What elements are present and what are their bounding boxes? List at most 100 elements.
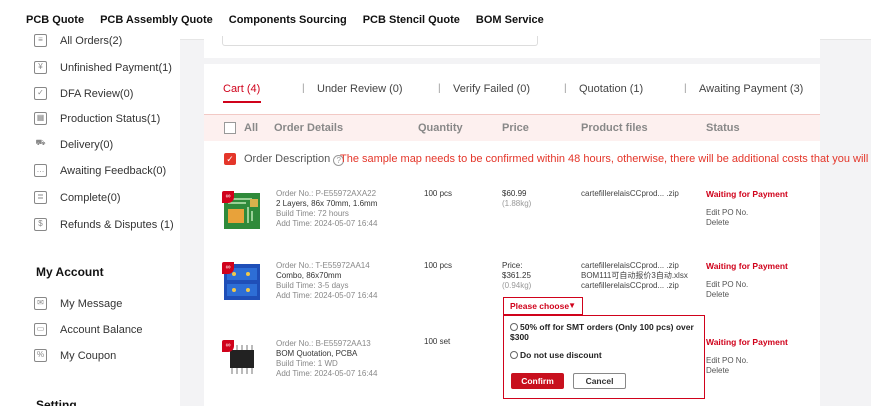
tab-verify-failed[interactable]: Verify Failed (0) (453, 83, 530, 95)
order-build-time: Build Time: 72 hours (276, 209, 349, 218)
link-badge-icon: ∞ (222, 191, 234, 203)
delete-link[interactable]: Delete (706, 366, 788, 376)
discount-dropdown-menu: 50% off for SMT orders (Only 100 pcs) ov… (503, 315, 705, 399)
chevron-down-icon: ▼ (568, 301, 576, 310)
file-link[interactable]: cartefillerelaisCCprod... .zip (581, 261, 688, 271)
edit-po-link[interactable]: Edit PO No. (706, 356, 788, 366)
order-number[interactable]: Order No.: P-E55972AXA22 (276, 189, 377, 199)
wallet-icon: ▭ (34, 323, 47, 336)
setting-heading: Setting (36, 398, 77, 406)
sidebar-item-label: DFA Review(0) (60, 87, 134, 100)
list-icon: ≡ (34, 34, 47, 47)
file-link[interactable]: BOM111可自动报价3自动.xlsx (581, 271, 688, 281)
sidebar-item-label: Unfinished Payment(1) (60, 61, 172, 74)
radio-icon[interactable] (510, 323, 518, 331)
delete-link[interactable]: Delete (706, 290, 788, 300)
order-build-time: Build Time: 1 WD (276, 359, 338, 368)
order-add-time: Add Time: 2024-05-07 16:44 (276, 219, 378, 228)
header-status: Status (706, 122, 740, 134)
header-quantity: Quantity (418, 122, 463, 134)
sidebar-item-my-coupon[interactable]: % My Coupon (34, 349, 116, 362)
sidebar: ≡ All Orders(2) ¥ Unfinished Payment(1) ✓ D… (0, 34, 180, 406)
status-badge: Waiting for Payment (706, 189, 788, 199)
order-details: Order No.: P-E55972AXA22 2 Layers, 86x 7… (276, 189, 377, 229)
tab-quotation[interactable]: Quotation (1) (579, 83, 643, 95)
nav-pcb-quote[interactable]: PCB Quote (26, 14, 84, 26)
sidebar-item-my-message[interactable]: ✉ My Message (34, 297, 122, 310)
status-badge: Waiting for Payment (706, 337, 788, 347)
order-spec: BOM Quotation, PCBA (276, 349, 358, 358)
sidebar-item-production-status[interactable]: ▦ Production Status(1) (34, 112, 160, 125)
discount-option-none[interactable]: Do not use discount (510, 350, 602, 360)
edit-po-link[interactable]: Edit PO No. (706, 208, 788, 218)
order-add-time: Add Time: 2024-05-07 16:44 (276, 291, 378, 300)
sidebar-item-account-balance[interactable]: ▭ Account Balance (34, 323, 143, 336)
product-files: cartefillerelaisCCprod... .zip BOM111可自动… (581, 261, 688, 291)
sidebar-item-delivery[interactable]: ⛟ Delivery(0) (34, 138, 113, 151)
order-description-checkbox[interactable]: ✓ (224, 153, 236, 165)
mail-icon: ✉ (34, 297, 47, 310)
sidebar-item-dfa-review[interactable]: ✓ DFA Review(0) (34, 87, 133, 100)
nav-bom-service[interactable]: BOM Service (476, 14, 544, 26)
product-files: cartefillerelaisCCprod... .zip (581, 189, 679, 199)
sidebar-item-complete[interactable]: ≣ Complete(0) (34, 191, 121, 204)
my-account-heading: My Account (36, 265, 104, 279)
order-description-warning: The sample map needs to be confirmed wit… (340, 153, 871, 165)
sidebar-item-label: Complete(0) (60, 191, 121, 204)
top-nav-links: PCB Quote PCB Assembly Quote Components … (26, 14, 560, 26)
order-description-text: Order Description (244, 153, 331, 165)
nav-pcb-assembly-quote[interactable]: PCB Assembly Quote (100, 14, 213, 26)
discount-option-label: 50% off for SMT orders (Only 100 pcs) ov… (510, 322, 694, 342)
nav-pcb-stencil-quote[interactable]: PCB Stencil Quote (363, 14, 460, 26)
sidebar-item-refunds-disputes[interactable]: $ Refunds & Disputes (1) (34, 218, 174, 231)
sidebar-item-all-orders[interactable]: ≡ All Orders(2) (34, 34, 122, 47)
confirm-button[interactable]: Confirm (511, 373, 564, 389)
price-value: $60.99 (502, 189, 527, 198)
coupon-icon: % (34, 349, 47, 362)
order-description-row: ✓ Order Description? The sample map need… (204, 149, 871, 169)
order-spec: Combo, 86x70mm (276, 271, 342, 280)
sidebar-item-awaiting-feedback[interactable]: … Awaiting Feedback(0) (34, 164, 166, 177)
order-details: Order No.: T-E55972AA14 Combo, 86x70mm B… (276, 261, 377, 301)
header-price: Price (502, 122, 529, 134)
file-link[interactable]: cartefillerelaisCCprod... .zip (581, 281, 688, 291)
tab-cart[interactable]: Cart (4) (223, 83, 260, 95)
sidebar-item-label: Delivery(0) (60, 138, 114, 151)
truck-icon: ⛟ (35, 138, 46, 147)
tab-awaiting-payment[interactable]: Awaiting Payment (3) (699, 83, 803, 95)
header-all: All (244, 122, 259, 134)
sidebar-item-unfinished-payment[interactable]: ¥ Unfinished Payment(1) (34, 61, 172, 74)
price-label: Price: (502, 261, 523, 270)
cancel-button[interactable]: Cancel (573, 373, 626, 389)
header-order-details: Order Details (274, 122, 344, 134)
order-number[interactable]: Order No.: T-E55972AA14 (276, 261, 377, 271)
tab-divider: | (302, 83, 305, 94)
sidebar-item-label: Account Balance (60, 323, 143, 336)
tab-under-review[interactable]: Under Review (0) (317, 83, 403, 95)
order-quantity: 100 set (424, 337, 451, 346)
sidebar-item-label: My Coupon (60, 349, 117, 362)
chat-icon: … (34, 164, 47, 177)
radio-icon[interactable] (510, 351, 518, 359)
tab-divider: | (684, 83, 687, 94)
nav-components-sourcing[interactable]: Components Sourcing (229, 14, 347, 26)
order-price: Price: $361.25 (0.94kg) (502, 261, 531, 291)
order-status: Waiting for Payment Edit PO No. Delete (706, 189, 788, 228)
discount-option-smt[interactable]: 50% off for SMT orders (Only 100 pcs) ov… (510, 322, 700, 342)
order-status: Waiting for Payment Edit PO No. Delete (706, 337, 788, 376)
delete-link[interactable]: Delete (706, 218, 788, 228)
order-tabs: Cart (4) | Under Review (0) | Verify Fai… (204, 64, 820, 114)
discount-select[interactable]: Please choose ▼ (503, 297, 583, 315)
file-link[interactable]: cartefillerelaisCCprod... .zip (581, 189, 679, 199)
table-header: All Order Details Quantity Price Product… (204, 114, 820, 141)
tab-divider: | (564, 83, 567, 94)
order-description-label: Order Description? (244, 153, 345, 166)
search-input[interactable] (222, 36, 538, 46)
select-all-checkbox[interactable] (224, 122, 236, 134)
edit-po-link[interactable]: Edit PO No. (706, 280, 788, 290)
sidebar-item-label: My Message (60, 297, 123, 310)
factory-icon: ▦ (34, 112, 47, 125)
order-status: Waiting for Payment Edit PO No. Delete (706, 261, 788, 300)
discount-option-label: Do not use discount (520, 350, 602, 360)
order-number[interactable]: Order No.: B-E55972AA13 (276, 339, 377, 349)
